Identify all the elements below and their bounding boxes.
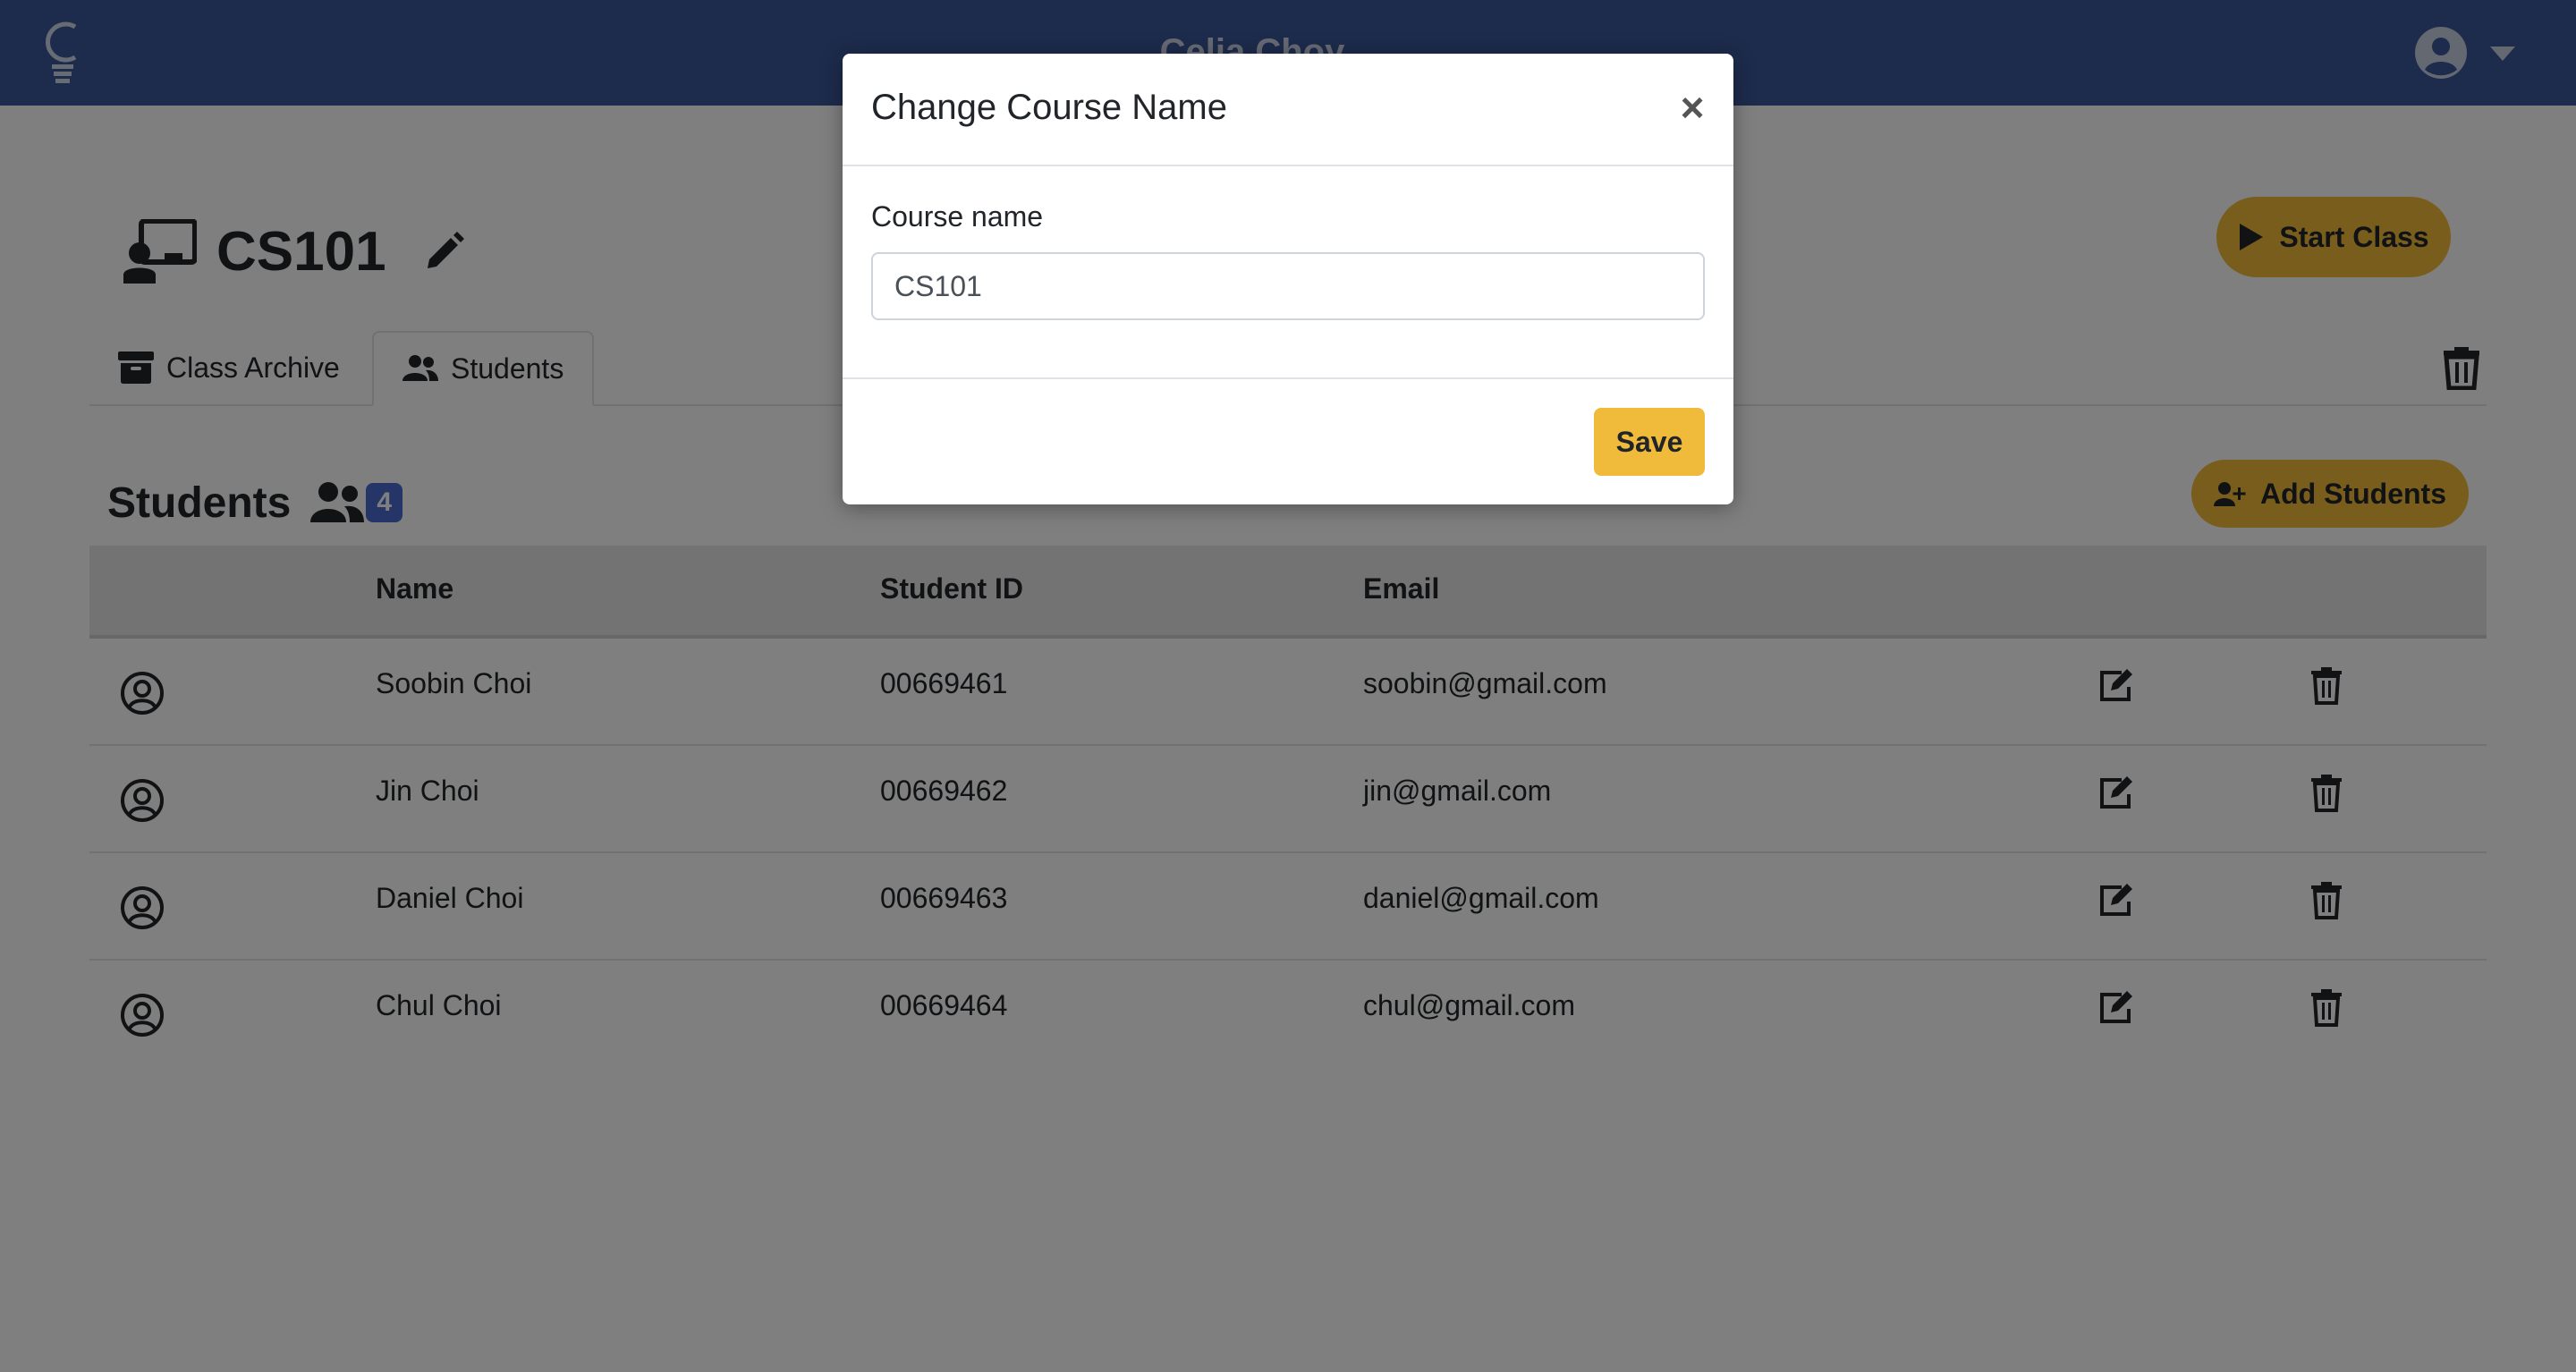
- save-button[interactable]: Save: [1594, 408, 1705, 476]
- modal-title: Change Course Name: [871, 88, 1227, 127]
- close-button[interactable]: ×: [1669, 80, 1716, 134]
- course-name-label: Course name: [871, 200, 1044, 233]
- modal-header: Change Course Name ×: [843, 54, 1733, 166]
- modal-footer: Save: [843, 377, 1733, 506]
- change-course-name-modal: Change Course Name × Course name Save: [843, 54, 1733, 504]
- course-name-input[interactable]: [871, 252, 1705, 320]
